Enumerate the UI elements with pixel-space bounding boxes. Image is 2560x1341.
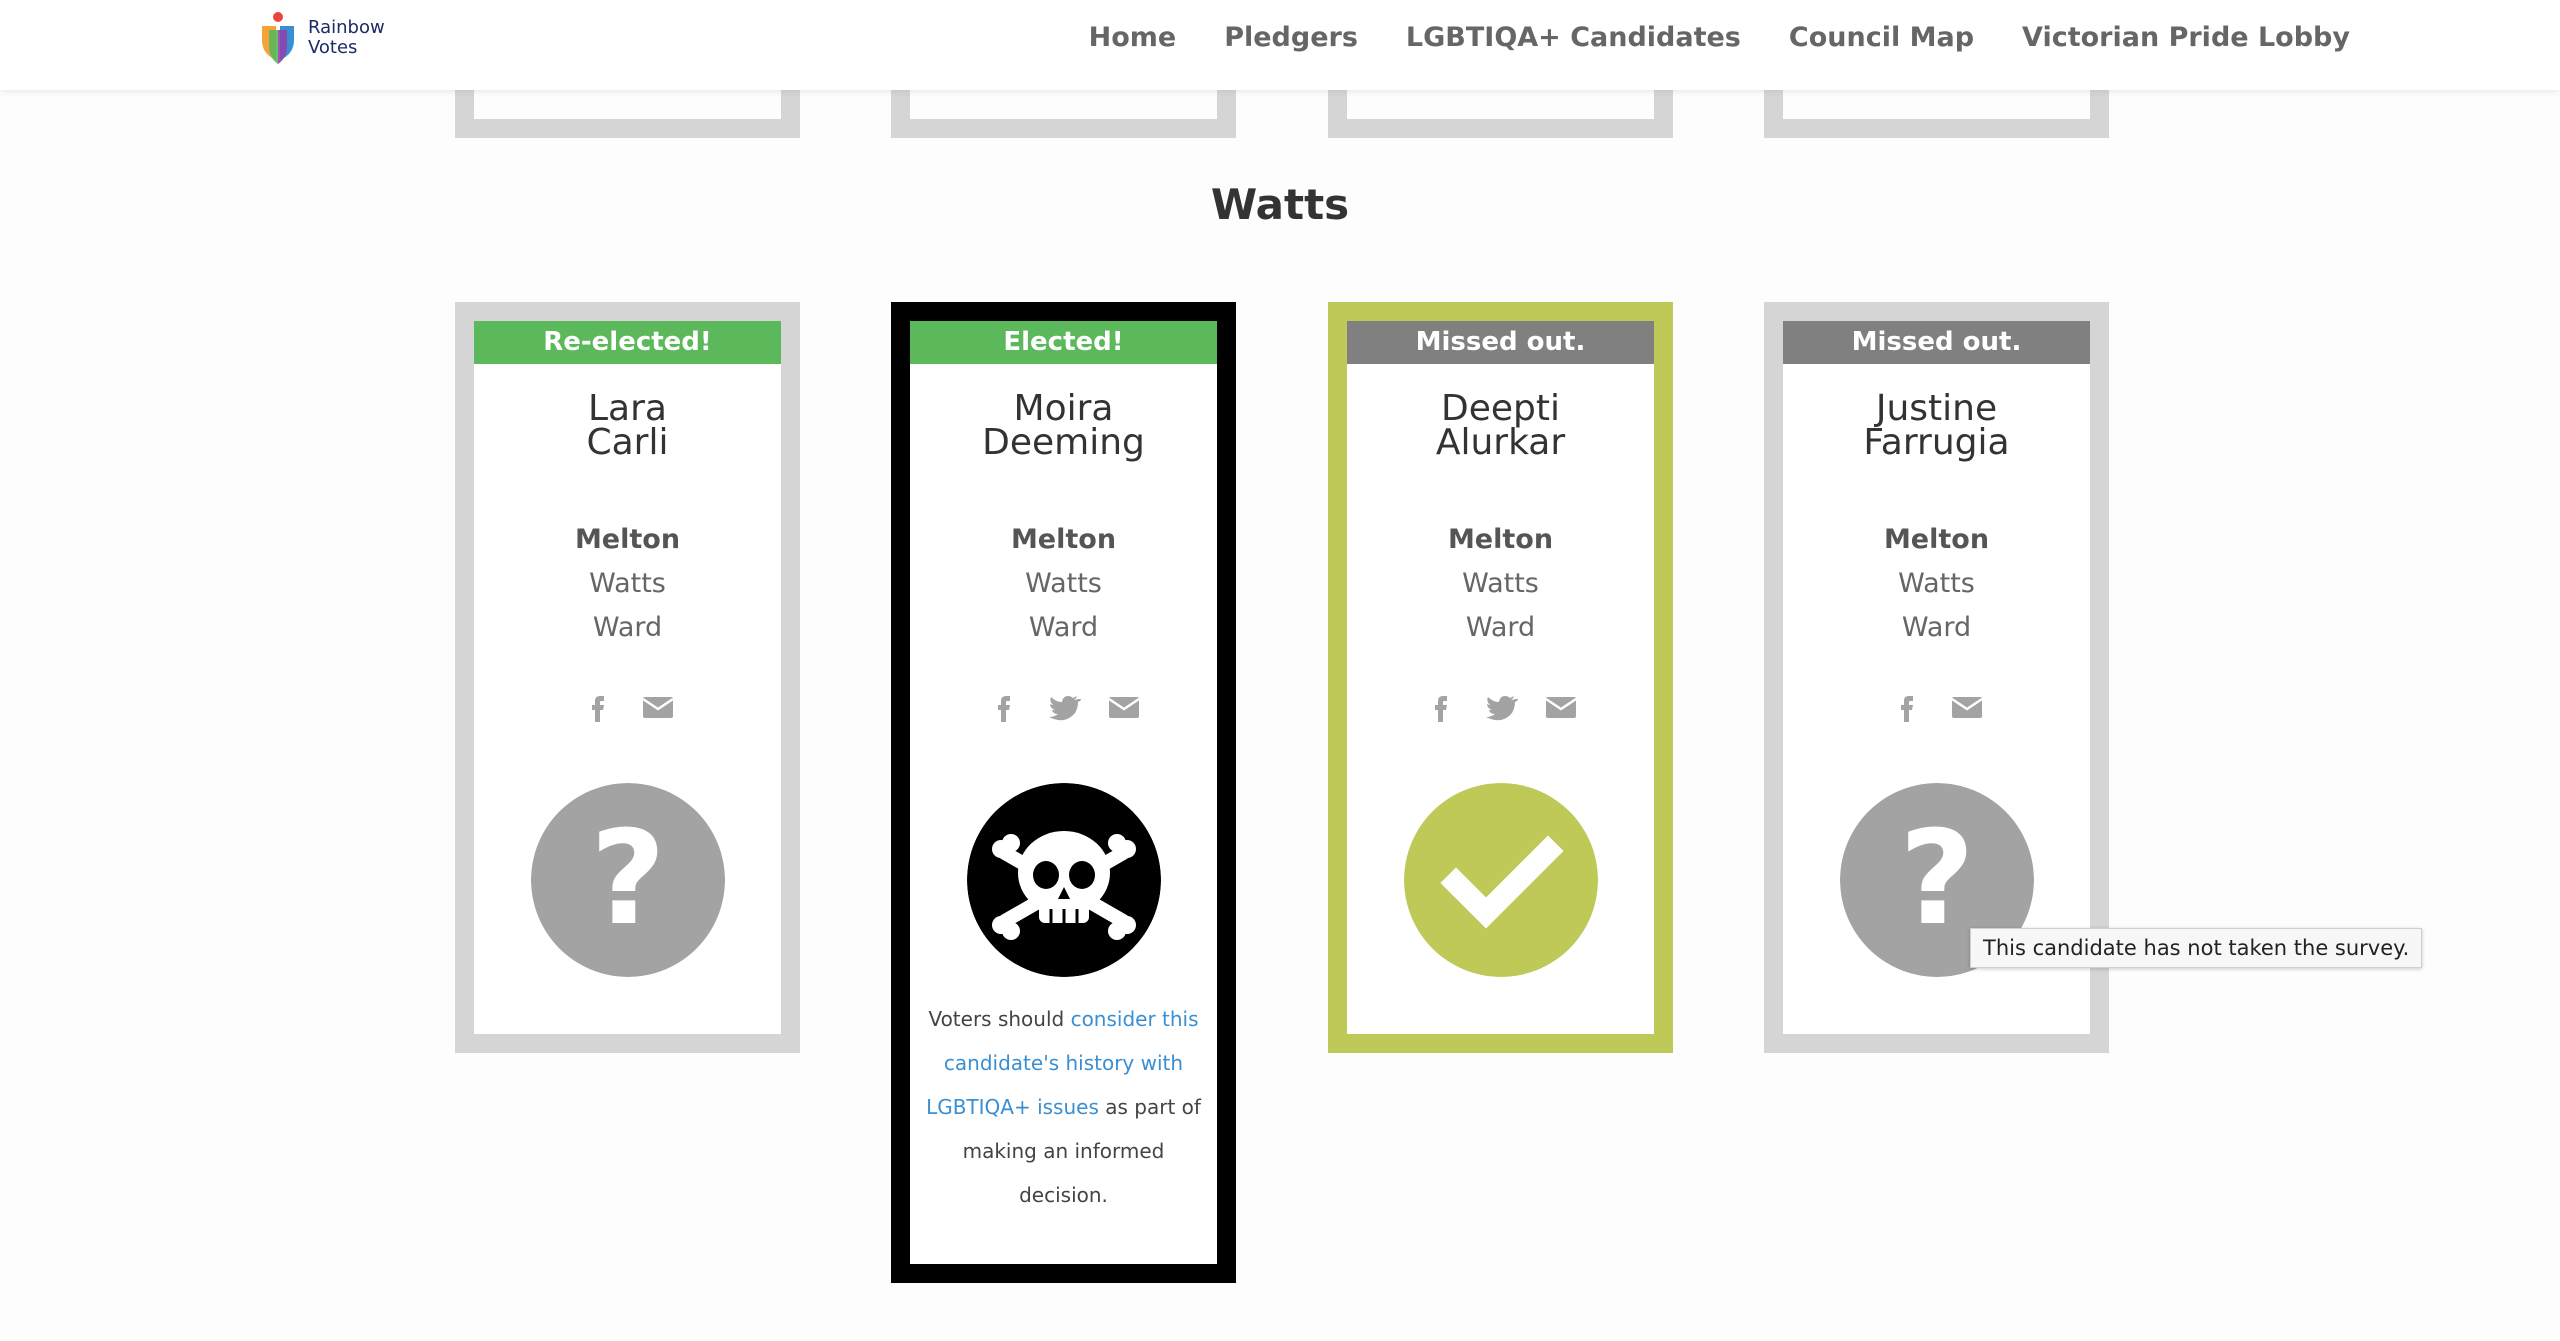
status-banner: Missed out. xyxy=(1347,321,1654,364)
skull-crossbones-icon xyxy=(966,783,1161,977)
survey-tooltip: This candidate has not taken the survey. xyxy=(1970,928,2423,968)
candidate-card-body: Elected! Moira Deeming Melton Watts Ward xyxy=(910,321,1217,1264)
nav-council-map[interactable]: Council Map xyxy=(1789,22,1974,53)
facebook-icon[interactable] xyxy=(581,690,615,724)
twitter-icon[interactable] xyxy=(1484,690,1518,724)
status-banner: Elected! xyxy=(910,321,1217,364)
site-logo[interactable]: Rainbow Votes xyxy=(256,10,385,66)
logo-line-2: Votes xyxy=(308,37,358,58)
email-icon[interactable] xyxy=(1544,690,1578,724)
social-links xyxy=(474,690,781,730)
candidate-card-body: Re-elected! Lara Carli Melton Watts Ward… xyxy=(474,321,781,1034)
facebook-icon[interactable] xyxy=(1424,690,1458,724)
candidate-location: Melton Watts Ward xyxy=(1783,518,2090,650)
candidate-last-name: Farrugia xyxy=(1863,422,2010,463)
council-name: Melton xyxy=(1010,524,1117,555)
email-icon[interactable] xyxy=(1950,690,1984,724)
ward-label: Ward xyxy=(1901,612,1972,643)
council-name: Melton xyxy=(1883,524,1990,555)
twitter-icon[interactable] xyxy=(1047,690,1081,724)
ward-label: Ward xyxy=(1028,612,1099,643)
candidate-first-name: Moira xyxy=(1013,388,1114,429)
logo-line-1: Rainbow xyxy=(308,17,385,38)
candidate-card-body: Missed out. Deepti Alurkar Melton Watts … xyxy=(1347,321,1654,1034)
logo-text: Rainbow Votes xyxy=(308,18,385,58)
candidate-location: Melton Watts Ward xyxy=(474,518,781,650)
nav-lgbtiqa-candidates[interactable]: LGBTIQA+ Candidates xyxy=(1406,22,1741,53)
ward-name: Watts xyxy=(1898,568,1975,599)
nav-victorian-pride-lobby[interactable]: Victorian Pride Lobby xyxy=(2022,22,2350,53)
nav-home[interactable]: Home xyxy=(1089,22,1177,53)
email-icon[interactable] xyxy=(641,690,675,724)
candidate-name: Justine Farrugia xyxy=(1783,388,2090,463)
candidate-card: Missed out. Deepti Alurkar Melton Watts … xyxy=(1328,302,1673,1053)
council-name: Melton xyxy=(1447,524,1554,555)
ward-name: Watts xyxy=(1025,568,1102,599)
candidate-name: Moira Deeming xyxy=(910,388,1217,463)
ward-label: Ward xyxy=(592,612,663,643)
candidate-location: Melton Watts Ward xyxy=(910,518,1217,650)
ward-name: Watts xyxy=(589,568,666,599)
rainbow-votes-logo-icon xyxy=(262,12,294,64)
svg-text:?: ? xyxy=(590,802,665,954)
candidate-last-name: Carli xyxy=(586,422,669,463)
question-mark-icon: ? xyxy=(530,783,725,977)
candidate-last-name: Alurkar xyxy=(1435,422,1566,463)
main-nav: Home Pledgers LGBTIQA+ Candidates Counci… xyxy=(1089,22,2350,53)
candidate-first-name: Deepti xyxy=(1441,388,1560,429)
status-banner: Missed out. xyxy=(1783,321,2090,364)
council-name: Melton xyxy=(574,524,681,555)
nav-pledgers[interactable]: Pledgers xyxy=(1224,22,1358,53)
svg-text:?: ? xyxy=(1899,802,1974,954)
site-header: Rainbow Votes Home Pledgers LGBTIQA+ Can… xyxy=(0,0,2560,90)
email-icon[interactable] xyxy=(1107,690,1141,724)
candidate-name: Lara Carli xyxy=(474,388,781,463)
ward-name: Watts xyxy=(1462,568,1539,599)
social-links xyxy=(1347,690,1654,730)
facebook-icon[interactable] xyxy=(1890,690,1924,724)
checkmark-icon xyxy=(1403,783,1598,977)
note-text-before: Voters should xyxy=(928,1007,1071,1031)
ward-label: Ward xyxy=(1465,612,1536,643)
status-banner: Re-elected! xyxy=(474,321,781,364)
ward-heading: Watts xyxy=(1210,180,1350,229)
candidate-first-name: Lara xyxy=(588,388,667,429)
candidate-last-name: Deeming xyxy=(982,422,1145,463)
candidate-name: Deepti Alurkar xyxy=(1347,388,1654,463)
candidate-location: Melton Watts Ward xyxy=(1347,518,1654,650)
social-links xyxy=(910,690,1217,730)
candidate-note: Voters should consider this candidate's … xyxy=(910,997,1217,1217)
candidate-card: Elected! Moira Deeming Melton Watts Ward xyxy=(891,302,1236,1283)
social-links xyxy=(1783,690,2090,730)
candidate-first-name: Justine xyxy=(1875,388,1998,429)
candidate-card: Re-elected! Lara Carli Melton Watts Ward… xyxy=(455,302,800,1053)
facebook-icon[interactable] xyxy=(987,690,1021,724)
